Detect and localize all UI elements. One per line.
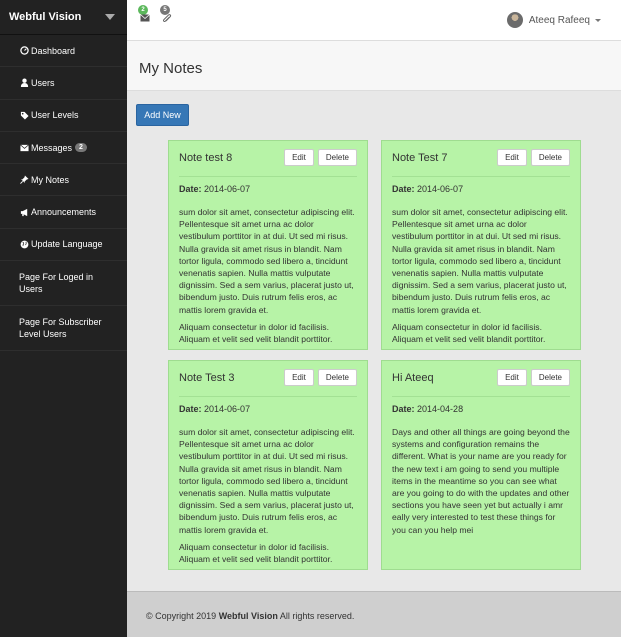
tag-icon — [19, 110, 29, 120]
sidebar-toggle-icon[interactable] — [105, 14, 115, 20]
copyright-text: © Copyright 2019 Webful Vision All right… — [146, 611, 354, 621]
note-card: Hi Ateeq Edit Delete Date: 2014-04-28 Da… — [381, 360, 581, 570]
brand-title[interactable]: Webful Vision — [9, 11, 81, 23]
note-date: Date: 2014-06-07 — [179, 404, 357, 414]
messages-notification[interactable]: 2 — [138, 5, 152, 24]
dashboard-icon — [19, 46, 29, 56]
note-date-value: 2014-06-07 — [204, 404, 251, 414]
delete-note-button[interactable]: Delete — [317, 149, 357, 166]
page-title: My Notes — [139, 60, 203, 77]
add-new-button[interactable]: Add New — [136, 104, 189, 126]
user-name: Ateeq Rafeeq — [528, 14, 590, 26]
sidebar-item-my-notes[interactable]: My Notes — [0, 164, 127, 197]
sidebar-item-update-language[interactable]: Update Language — [0, 229, 127, 262]
note-card: Note Test 7 Edit Delete Date: 2014-06-07… — [381, 140, 581, 350]
note-body: Days and other all things are going beyo… — [392, 426, 570, 536]
note-paragraph: sum dolor sit amet, consectetur adipisci… — [179, 427, 355, 535]
note-title: Note Test 3 — [179, 371, 235, 384]
sidebar-item-label: Dashboard — [31, 45, 76, 56]
sidebar-item-dashboard[interactable]: Dashboard — [0, 35, 127, 68]
note-card: Note Test 3 Edit Delete Date: 2014-06-07… — [168, 360, 368, 570]
note-body: sum dolor sit amet, consectetur adipisci… — [179, 426, 357, 565]
edit-note-button[interactable]: Edit — [284, 369, 314, 386]
brand-bar: Webful Vision — [0, 0, 127, 35]
note-header: Hi Ateeq Edit Delete — [392, 361, 570, 397]
note-paragraph: Days and other all things are going beyo… — [392, 427, 570, 535]
note-title: Note Test 7 — [392, 151, 448, 164]
note-actions: Edit Delete — [284, 369, 357, 386]
sidebar-item-label: Update Language — [31, 239, 103, 250]
note-card: Note test 8 Edit Delete Date: 2014-06-07… — [168, 140, 368, 350]
paperclip-icon — [162, 14, 172, 23]
copyright-company: Webful Vision — [218, 611, 278, 621]
sidebar-item-label: Users — [31, 77, 55, 88]
note-date-label: Date: — [179, 404, 202, 414]
delete-note-button[interactable]: Delete — [317, 369, 357, 386]
envelope-icon — [19, 143, 29, 153]
note-date-value: 2014-06-07 — [204, 184, 251, 194]
note-date: Date: 2014-06-07 — [392, 184, 570, 194]
sidebar: Webful Vision Dashboard Users User Level… — [0, 0, 127, 637]
envelope-icon — [140, 14, 150, 22]
note-paragraph: sum dolor sit amet, consectetur adipisci… — [392, 207, 568, 315]
delete-note-button[interactable]: Delete — [530, 369, 570, 386]
copyright-prefix: © Copyright 2019 — [146, 611, 217, 621]
sidebar-item-label: Messages — [31, 142, 73, 153]
topbar: 2 5 Ateeq Rafeeq — [127, 0, 621, 41]
messages-count-badge: 2 — [75, 143, 87, 153]
note-date-label: Date: — [179, 184, 202, 194]
sidebar-item-announcements[interactable]: Announcements — [0, 196, 127, 229]
sidebar-item-label: Page For Loged in Users — [19, 272, 94, 295]
note-date-label: Date: — [392, 184, 415, 194]
note-paragraph: Aliquam consectetur in dolor id facilisi… — [179, 321, 333, 345]
page-header: My Notes — [127, 41, 621, 91]
caret-down-icon — [595, 19, 601, 22]
note-date-value: 2014-06-07 — [417, 184, 464, 194]
note-actions: Edit Delete — [497, 369, 570, 386]
sidebar-item-messages[interactable]: Messages 2 — [0, 132, 127, 165]
edit-note-button[interactable]: Edit — [284, 149, 314, 166]
user-icon — [19, 78, 29, 88]
pushpin-icon — [19, 175, 29, 185]
note-date-label: Date: — [392, 404, 415, 414]
sidebar-item-users[interactable]: Users — [0, 67, 127, 100]
sidebar-item-user-levels[interactable]: User Levels — [0, 100, 127, 132]
sidebar-item-label: My Notes — [31, 174, 70, 185]
note-body: sum dolor sit amet, consectetur adipisci… — [179, 206, 357, 345]
note-title: Hi Ateeq — [392, 371, 434, 384]
note-header: Note Test 7 Edit Delete — [392, 141, 570, 177]
sidebar-item-page-loged-in-users[interactable]: Page For Loged in Users — [0, 261, 127, 307]
note-body: sum dolor sit amet, consectetur adipisci… — [392, 206, 570, 345]
sidebar-item-label: Page For Subscriber Level Users — [19, 317, 102, 340]
note-title: Note test 8 — [179, 151, 233, 164]
sidebar-item-label: Announcements — [31, 207, 97, 218]
note-paragraph: Aliquam consectetur in dolor id facilisi… — [179, 541, 333, 565]
delete-note-button[interactable]: Delete — [530, 149, 570, 166]
note-date-value: 2014-04-28 — [417, 404, 464, 414]
sidebar-item-page-subscriber-users[interactable]: Page For Subscriber Level Users — [0, 306, 127, 352]
edit-note-button[interactable]: Edit — [497, 149, 527, 166]
copyright-suffix: All rights reserved. — [279, 611, 355, 621]
note-header: Note Test 3 Edit Delete — [179, 361, 357, 397]
notes-notification[interactable]: 5 — [160, 5, 174, 24]
sidebar-item-label: User Levels — [31, 110, 79, 121]
avatar — [506, 12, 523, 28]
note-actions: Edit Delete — [497, 149, 570, 166]
note-date: Date: 2014-04-28 — [392, 404, 570, 414]
note-actions: Edit Delete — [284, 149, 357, 166]
note-header: Note test 8 Edit Delete — [179, 141, 357, 177]
note-paragraph: Aliquam consectetur in dolor id facilisi… — [392, 321, 546, 345]
globe-icon — [19, 239, 29, 249]
edit-note-button[interactable]: Edit — [497, 369, 527, 386]
note-paragraph: sum dolor sit amet, consectetur adipisci… — [179, 207, 355, 315]
bullhorn-icon — [19, 207, 29, 217]
user-menu[interactable]: Ateeq Rafeeq — [506, 12, 601, 28]
note-date: Date: 2014-06-07 — [179, 184, 357, 194]
footer: © Copyright 2019 Webful Vision All right… — [127, 591, 621, 637]
